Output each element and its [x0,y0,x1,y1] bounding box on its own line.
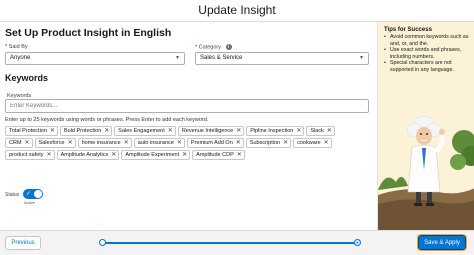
keyword-pill[interactable]: Bold Protection ✕ [59,126,113,136]
keyword-pill[interactable]: Amplitude CDP ✕ [192,150,245,160]
status-state-text: Active [24,200,35,205]
remove-icon[interactable]: ✕ [236,139,241,147]
keyword-pill[interactable]: Sales Engagement ✕ [114,126,176,136]
keyword-pill[interactable]: auto insurance ✕ [133,138,185,148]
save-and-apply-button[interactable]: Save & Apply [417,234,467,251]
form-panel: Set Up Product Insight in English * Said… [0,22,377,230]
tips-title: Tips for Success [384,27,432,33]
remove-icon[interactable]: ✕ [296,127,301,135]
tips-panel: Tips for Success Avoid common keywords s… [377,22,474,230]
progress-step-start[interactable] [99,239,106,246]
keyword-pill-label: home insurance [81,140,121,146]
remove-icon[interactable]: ✕ [182,151,187,159]
keyword-pill-label: auto insurance [137,140,174,146]
page-title: Set Up Product Insight in English [5,27,172,39]
remove-icon[interactable]: ✕ [168,127,173,135]
keyword-pill-label: Total Protection [9,128,47,134]
keyword-pill-label: Revenue Intelligence [181,128,234,134]
keyword-pill[interactable]: Premium Add On ✕ [186,138,244,148]
keywords-hint: Enter up to 25 keywords using words or p… [5,117,209,123]
keyword-pill-label: Subscription [249,140,281,146]
keyword-pill-label: Sales Engagement [118,128,165,134]
keyword-pill-label: CRM [9,140,22,146]
remove-icon[interactable]: ✕ [25,139,30,147]
keyword-pill-label: Slack [310,128,324,134]
keyword-pill-label: cookware [297,140,321,146]
remove-icon[interactable]: ✕ [177,139,182,147]
tips-list: Avoid common keywords such as and, or, a… [384,34,472,73]
keyword-pill-label: product safety [9,152,44,158]
keyword-pill[interactable]: Slack ✕ [306,126,335,136]
keyword-pill-label: Pipline Inspection [250,128,294,134]
remove-icon[interactable]: ✕ [327,127,332,135]
keyword-pill[interactable]: home insurance ✕ [77,138,132,148]
keywords-section-title: Keywords [5,73,49,83]
previous-button[interactable]: Previous [5,236,41,250]
said-by-value: Anyone [10,55,31,61]
keyword-pill[interactable]: Pipline Inspection ✕ [246,126,305,136]
remove-icon[interactable]: ✕ [283,139,288,147]
keyword-pill[interactable]: Subscription ✕ [245,138,292,148]
chevron-down-icon: ▼ [359,55,364,61]
keyword-pill-label: Amplitude CDP [196,152,234,158]
remove-icon[interactable]: ✕ [50,127,55,135]
modal-title: Update Insight [198,3,276,17]
remove-icon[interactable]: ✕ [124,139,129,147]
remove-icon[interactable]: ✕ [111,151,116,159]
progress-step-end[interactable] [354,239,361,246]
keyword-pill[interactable]: Salesforce ✕ [34,138,76,148]
keyword-pill[interactable]: Revenue Intelligence ✕ [177,126,245,136]
tip-item: Special characters are not supported in … [384,60,472,73]
keyword-pill-label: Salesforce [38,140,65,146]
modal-header: Update Insight [0,0,474,22]
keyword-pill[interactable]: cookware ✕ [293,138,332,148]
keywords-input[interactable] [5,99,369,113]
remove-icon[interactable]: ✕ [236,127,241,135]
remove-icon[interactable]: ✕ [68,139,73,147]
progress-bar [102,242,358,244]
keyword-pill-list: Total Protection ✕ Bold Protection ✕ Sales E… [5,126,355,160]
check-icon: ✓ [26,191,32,197]
said-by-select[interactable]: Anyone ▼ [5,52,185,65]
category-label: * Category i [195,44,232,50]
keyword-pill[interactable]: Amplitude Experiment ✕ [121,150,191,160]
keyword-pill-label: Premium Add On [190,140,233,146]
status-label: Status [5,192,20,198]
remove-icon[interactable]: ✕ [47,151,52,159]
keyword-pill[interactable]: product safety ✕ [5,150,55,160]
remove-icon[interactable]: ✕ [104,127,109,135]
toggle-knob [34,190,42,198]
keyword-pill-label: Amplitude Analytics [60,152,109,158]
keyword-pill[interactable]: Total Protection ✕ [5,126,58,136]
tip-item: Avoid common keywords such as and, or, a… [384,34,472,47]
keyword-pill[interactable]: Amplitude Analytics ✕ [56,150,120,160]
keyword-pill-label: Amplitude Experiment [125,152,180,158]
einstein-mascot-illustration [378,115,474,230]
keyword-pill-label: Bold Protection [63,128,102,134]
remove-icon[interactable]: ✕ [324,139,329,147]
keyword-pill[interactable]: CRM ✕ [5,138,33,148]
said-by-label: * Said By [5,44,28,50]
tip-item: Use exact words and phrases, including n… [384,47,472,60]
chevron-down-icon: ▼ [175,55,180,61]
remove-icon[interactable]: ✕ [237,151,242,159]
info-icon[interactable]: i [225,44,232,50]
category-value: Sales & Service [200,55,243,61]
status-toggle[interactable]: ✓ [23,189,43,199]
category-select[interactable]: Sales & Service ▼ [195,52,369,65]
